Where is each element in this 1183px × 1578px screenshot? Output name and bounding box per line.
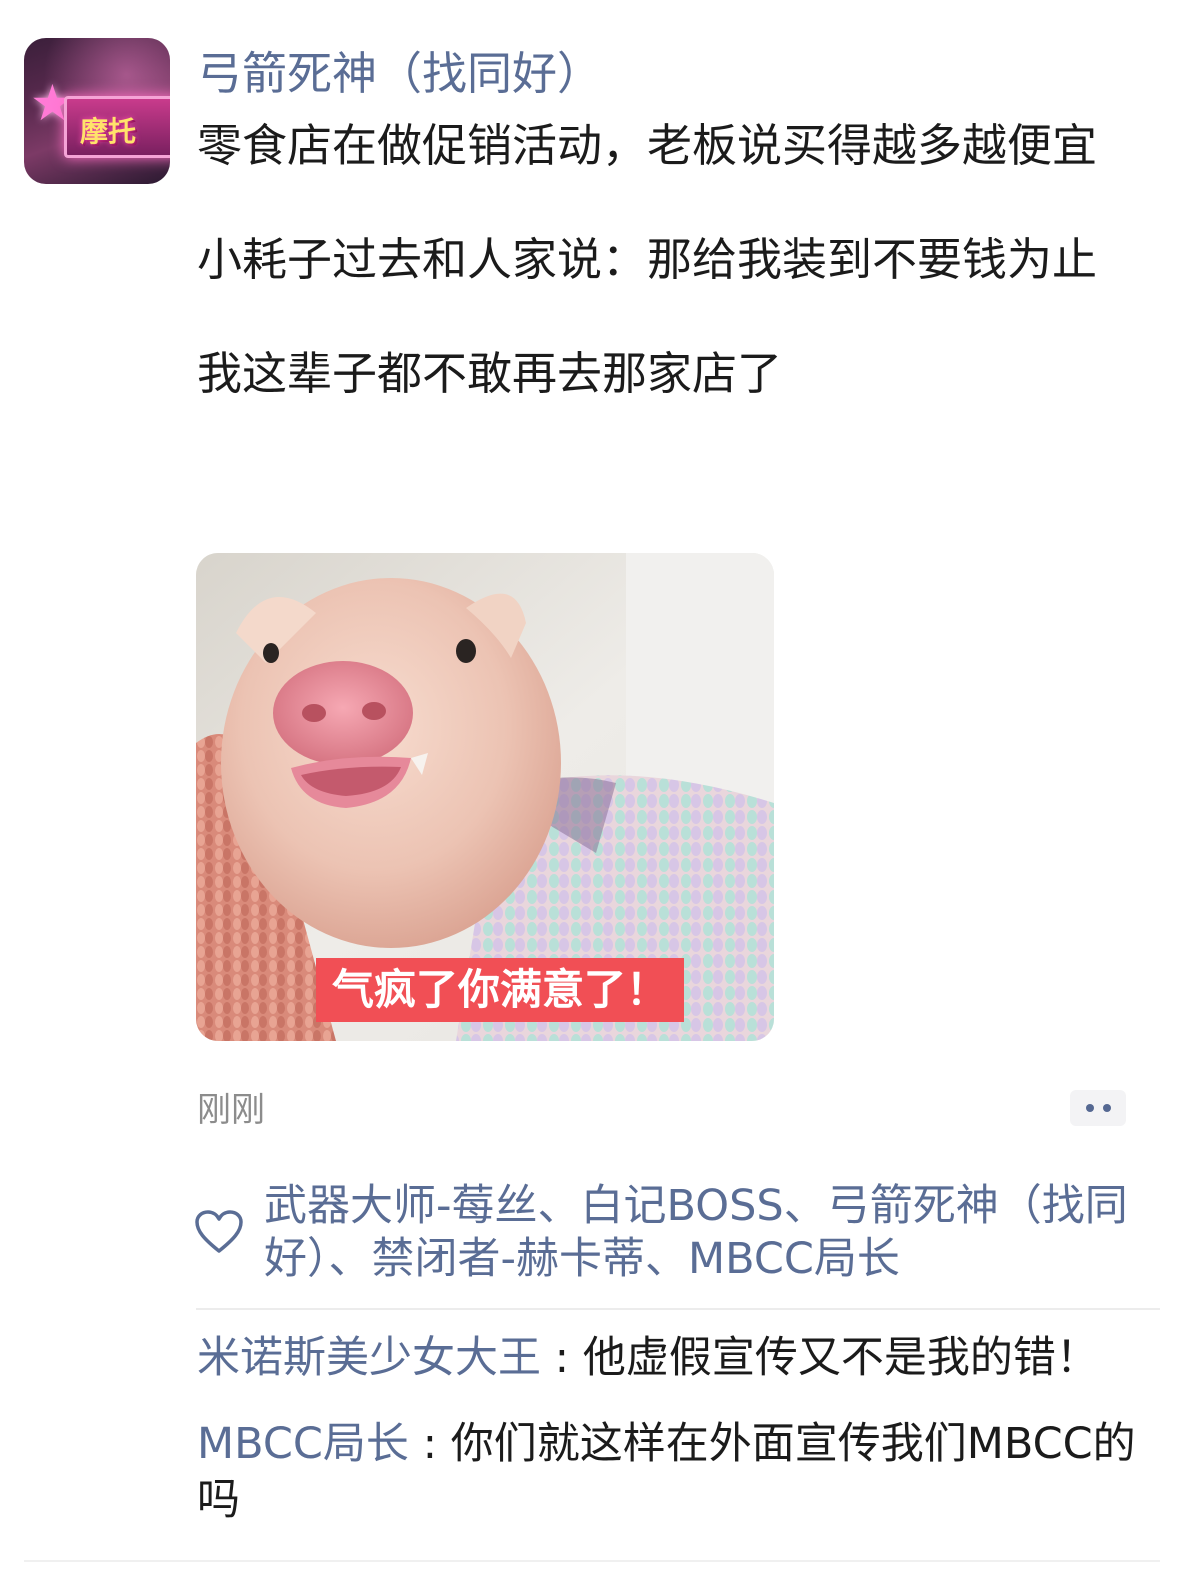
bottom-divider (24, 1560, 1160, 1562)
heart-icon (195, 1210, 243, 1253)
comment-author[interactable]: MBCC局长 (197, 1419, 409, 1469)
likes-list[interactable]: 武器大师-莓丝、白记BOSS、弓箭死神（找同好）、禁闭者-赫卡蒂、MBCC局长 (264, 1180, 1144, 1286)
post-body: 零食店在做促销活动，老板说买得越多越便宜 小耗子过去和人家说：那给我装到不要钱为… (197, 118, 1137, 460)
comment-text: 他虚假宣传又不是我的错！ (582, 1333, 1099, 1383)
comment-item[interactable]: 米诺斯美少女大王 : 他虚假宣传又不是我的错！ (197, 1330, 1147, 1386)
more-button[interactable] (1070, 1090, 1126, 1126)
comment-separator: : (541, 1333, 583, 1383)
image-caption: 气疯了你满意了！ (316, 958, 685, 1022)
post-paragraph: 小耗子过去和人家说：那给我装到不要钱为止 (197, 233, 1098, 286)
post-time: 刚刚 (197, 1090, 265, 1130)
comment-separator: : (408, 1419, 451, 1469)
post-image[interactable]: 气疯了你满意了！ (196, 553, 774, 1041)
avatar-sign-text: 摩托 (80, 115, 137, 148)
comment-item[interactable]: MBCC局长 : 你们就这样在外面宣传我们MBCC的吗 (197, 1416, 1147, 1528)
divider (196, 1308, 1160, 1310)
avatar[interactable]: ★ 摩托 (24, 38, 170, 184)
more-dots-icon (1085, 1104, 1094, 1112)
post-paragraph: 零食店在做促销活动，老板说买得越多越便宜 (197, 119, 1098, 172)
post-paragraph: 我这辈子都不敢再去那家店了 (197, 347, 783, 400)
post-username[interactable]: 弓箭死神（找同好） (197, 42, 602, 106)
comment-author[interactable]: 米诺斯美少女大王 (197, 1333, 541, 1383)
more-dots-icon (1102, 1104, 1111, 1112)
